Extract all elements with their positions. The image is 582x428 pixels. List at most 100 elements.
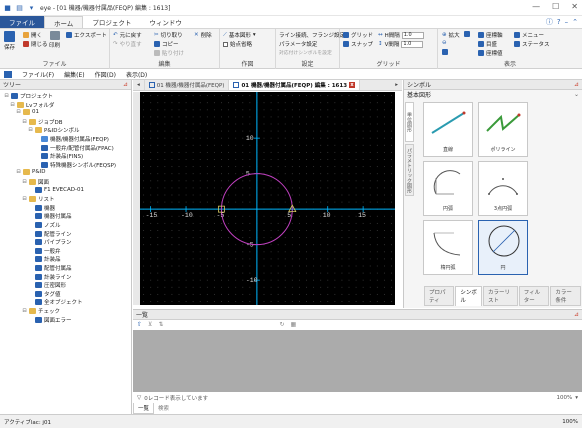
tab-search[interactable]: 検索 (154, 403, 173, 414)
h-interval-input[interactable]: 1.0 (401, 31, 424, 39)
expander-icon[interactable]: ⊟ (22, 308, 27, 314)
line-connection-button[interactable]: ライン接続、フランジ設定 (279, 31, 345, 39)
cut-button[interactable]: ✂ 切り取り (154, 31, 183, 39)
tree-node[interactable]: 機器付属品 (28, 212, 72, 220)
coord-axis-toggle[interactable]: 座標軸 (478, 31, 503, 39)
basic-shapes-button[interactable]: ⟋ 基本図形 ▾ (223, 31, 256, 40)
tree-node[interactable]: 機器 (28, 204, 55, 212)
delete-button[interactable]: ✕ 削除 (194, 31, 212, 39)
filter-toggle-icon[interactable]: ▽ (137, 395, 141, 401)
fit-view-button[interactable] (442, 49, 448, 55)
scale-toggle[interactable]: 目盛 (478, 40, 497, 48)
quick-save-icon[interactable]: ▤ (15, 3, 24, 12)
symbol-card-line[interactable]: 直線 (423, 102, 473, 157)
tree-node[interactable]: ⊟ 01 (16, 109, 39, 116)
tab-filter[interactable]: フィルター (518, 286, 550, 306)
doc-menu-file[interactable]: ファイル(F) (22, 70, 54, 79)
tree-node[interactable]: 配管ライン (28, 230, 72, 238)
tree-node[interactable]: 計装ライン (28, 273, 72, 281)
close-tab-icon[interactable]: x (349, 82, 356, 88)
pin-icon[interactable]: ⊿ (123, 81, 128, 88)
tab-scroll-left[interactable]: ◂ (133, 80, 145, 90)
open-button[interactable]: 開く (23, 31, 42, 39)
status-toggle[interactable]: ステータス (514, 40, 550, 48)
close-button[interactable]: ✕ (571, 2, 578, 11)
register-symbol-button[interactable]: 対応付けシンボルを設定 (279, 49, 332, 56)
minimize-button[interactable]: — (532, 2, 540, 11)
tree-node[interactable]: パイプラン (28, 238, 72, 246)
copy-button[interactable]: コピー (154, 40, 179, 48)
start-point-toggle[interactable]: 始点省略 (223, 40, 252, 48)
doc-menu-draw[interactable]: 作図(D) (95, 70, 116, 79)
symbol-card-circle[interactable]: 円 (478, 220, 528, 275)
tab-symbol[interactable]: シンボル (455, 286, 482, 306)
doc-tab-list[interactable]: 01 機器/機器付属品(FEQP) (145, 80, 230, 90)
upload-icon[interactable]: ⇧ (137, 321, 142, 328)
expander-icon[interactable]: ⊟ (16, 109, 21, 115)
tree-node[interactable]: F1 EVECAD-01 (28, 186, 84, 193)
tree-node[interactable]: タグ値 (28, 290, 61, 298)
symbol-card-polyline[interactable]: ポリライン (478, 102, 528, 157)
tree-node[interactable]: ⊟ ジョブDB (22, 118, 63, 126)
chevron-down-icon[interactable]: ▾ (575, 395, 578, 401)
symbol-card-elliptical-arc[interactable]: 楕円弧 (423, 220, 473, 275)
tab-project[interactable]: プロジェクト (83, 16, 140, 28)
tab-file[interactable]: ファイル (0, 16, 44, 28)
tree-node[interactable]: 圧密図形 (28, 281, 66, 289)
pin-icon[interactable]: ⊿ (574, 311, 579, 318)
print-button[interactable]: 印刷 (49, 31, 60, 49)
tree-node[interactable]: ⊟ プロジェクト (4, 92, 53, 100)
undo-button[interactable]: ↶ 元に戻す (113, 31, 142, 39)
list-grid[interactable] (133, 330, 582, 392)
tab-color-condition[interactable]: カラー条件 (550, 286, 581, 306)
vtab-parametric-shapes[interactable]: パラメトリック図形 (405, 144, 414, 196)
tree-node[interactable]: ⊟ チェック (22, 307, 60, 315)
v-interval-input[interactable]: 1.0 (401, 40, 424, 48)
expander-icon[interactable]: ⊟ (10, 102, 15, 108)
close-doc-button[interactable]: 閉じる (23, 40, 48, 48)
tree-node[interactable]: 全オブジェクト (28, 298, 83, 306)
tab-properties[interactable]: プロパティ (424, 286, 455, 306)
expander-icon[interactable]: ⊟ (28, 127, 33, 133)
parameter-settings-button[interactable]: パラメータ設定 (279, 40, 317, 48)
maximize-button[interactable]: ☐ (552, 2, 559, 11)
info-icon[interactable]: ⓘ (546, 17, 553, 27)
help-icon[interactable]: ? (557, 18, 561, 26)
tree-node[interactable]: ノズル (28, 221, 61, 229)
tree-node[interactable]: 一般弁/配管付属品(FPAC) (34, 144, 114, 152)
save-button[interactable]: 保存 (4, 31, 15, 51)
expander-icon[interactable]: ⊟ (22, 179, 27, 185)
doc-menu-edit[interactable]: 編集(E) (64, 70, 84, 79)
tree-node[interactable]: 計装品 (28, 255, 61, 263)
pin-icon[interactable]: ⊿ (574, 81, 579, 88)
snap-toggle[interactable]: スナップ (343, 40, 373, 48)
doc-menu-view[interactable]: 表示(D) (126, 70, 147, 79)
expander-icon[interactable]: ⊟ (22, 196, 27, 202)
tab-color-list[interactable]: カラーリスト (482, 286, 518, 306)
zoom-in-button[interactable]: ⊕ 拡大 (442, 31, 460, 39)
expander-icon[interactable]: ⊟ (16, 169, 21, 175)
tree-node[interactable]: 機器/機器付属品(FEQP) (34, 135, 109, 143)
tree-node[interactable]: 配管付属品 (28, 264, 72, 272)
tab-window[interactable]: ウィンドウ (140, 16, 191, 28)
tree-node[interactable]: 計装品(FINS) (34, 152, 83, 160)
tab-home[interactable]: ホーム (44, 16, 84, 28)
coord-value-toggle[interactable]: 座標値 (478, 49, 503, 57)
menu-toggle[interactable]: メニュー (514, 31, 544, 39)
ribbon-minimize-icon[interactable]: – (565, 18, 569, 26)
quick-dropdown-icon[interactable]: ▾ (27, 3, 36, 12)
tree-node[interactable]: ⊟ P&ID (16, 169, 45, 176)
grid-toggle[interactable]: グリッド (343, 31, 373, 39)
expander-icon[interactable]: ⊟ (4, 93, 9, 99)
redo-button[interactable]: ↷ やり直す (113, 40, 142, 48)
symbol-card-arc[interactable]: 円弧 (423, 161, 473, 216)
doc-tab-edit[interactable]: 01 機器/機器付属品(FEQP) 編集 : 1613 x (229, 80, 361, 90)
tree-node[interactable]: 特殊機器シンボル(FEQSP) (34, 161, 116, 169)
pan-button[interactable] (464, 31, 470, 37)
tree-node[interactable]: ⊟ リスト (22, 195, 55, 203)
filter-icon[interactable]: ⊻ (148, 321, 152, 328)
v-interval-field[interactable]: ↕ V間隔 1.0 (378, 40, 424, 48)
tree-node[interactable]: ⊟ 図面 (22, 178, 49, 186)
vtab-unit-shapes[interactable]: 単位図形 (405, 102, 414, 142)
chevron-down-icon[interactable]: ⌄ (574, 91, 579, 98)
